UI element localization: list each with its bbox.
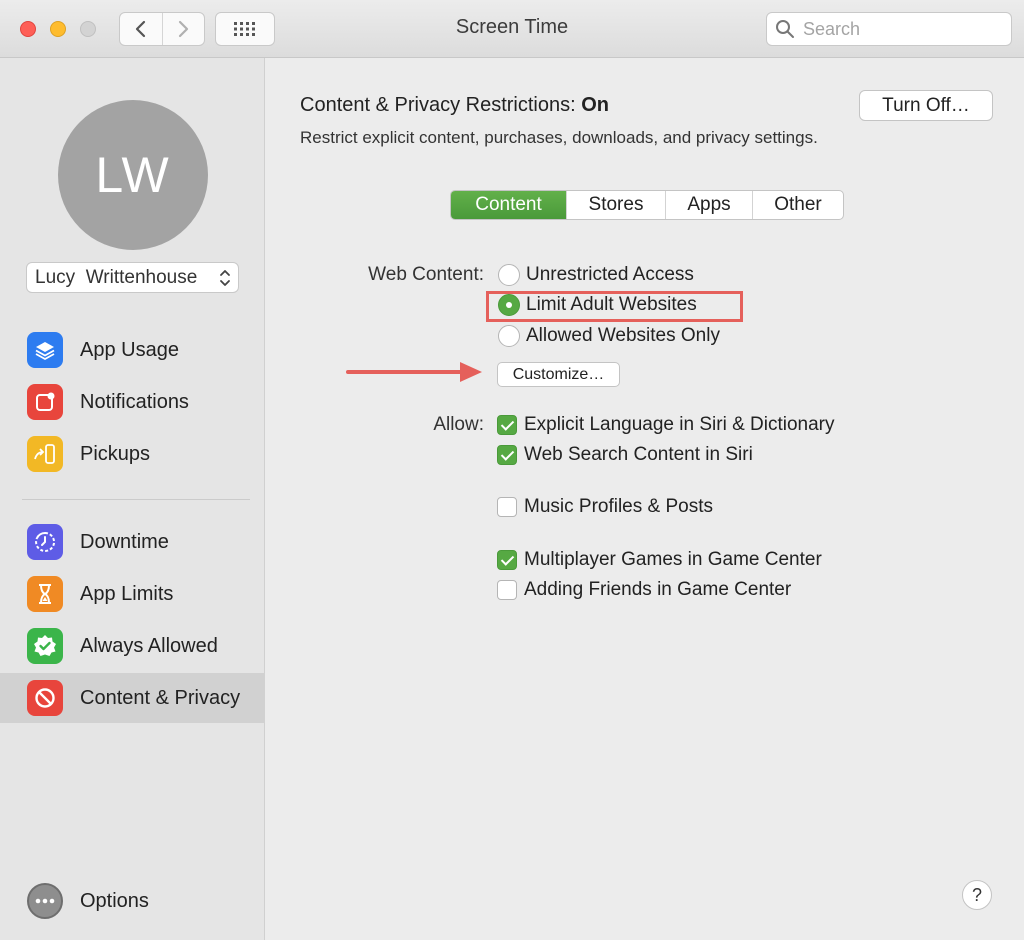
search-field[interactable] [766,12,1012,46]
chevron-right-icon [179,20,189,38]
checkbox-label[interactable]: Explicit Language in Siri & Dictionary [524,414,835,436]
chevron-left-icon [135,20,145,38]
user-selector[interactable]: Lucy Writtenhouse [26,262,239,293]
sidebar-item-label: Downtime [80,530,169,553]
screen-time-window: Screen Time LW Lucy Writtenhouse App Usa… [0,0,1024,940]
no-entry-icon [27,680,63,716]
page-title: Content & Privacy Restrictions: On [300,94,609,117]
sidebar-item-downtime[interactable]: Downtime [0,517,265,567]
checkbox-adding-friends[interactable] [497,580,517,600]
checkbox-web-search-content[interactable] [497,445,517,465]
sidebar-item-notifications[interactable]: Notifications [0,377,265,427]
title-bar: Screen Time [0,0,1024,58]
help-button[interactable]: ? [962,880,992,910]
checkbox-label[interactable]: Music Profiles & Posts [524,496,713,518]
radio-label[interactable]: Unrestricted Access [526,264,694,286]
show-all-preferences-button[interactable] [215,12,275,46]
tab-stores[interactable]: Stores [566,191,665,219]
options-label: Options [80,889,149,912]
grid-icon [234,22,255,36]
back-forward-group [119,12,205,46]
forward-button[interactable] [161,13,205,45]
annotation-highlight-box [486,291,743,322]
sidebar-item-always-allowed[interactable]: Always Allowed [0,621,265,671]
checkbox-label[interactable]: Web Search Content in Siri [524,444,753,466]
checkbox-label[interactable]: Adding Friends in Game Center [524,579,791,601]
notification-icon [27,384,63,420]
sidebar-item-app-limits[interactable]: App Limits [0,569,265,619]
web-content-label: Web Content: [368,264,484,285]
sidebar-item-label: Content & Privacy [80,686,241,709]
sidebar: LW Lucy Writtenhouse App Usage Notificat… [0,58,265,940]
more-icon [27,883,63,919]
layers-icon [27,332,63,368]
sidebar-item-label: Always Allowed [80,634,218,657]
category-tabs: Content Stores Apps Other [450,190,844,220]
close-window-button[interactable] [20,21,36,37]
content-privacy-pane: Content & Privacy Restrictions: On Restr… [266,58,1024,940]
checkbox-label[interactable]: Multiplayer Games in Game Center [524,549,822,571]
sidebar-item-label: Notifications [80,390,189,413]
search-input[interactable] [801,17,1005,41]
sidebar-item-pickups[interactable]: Pickups [0,429,265,479]
search-icon [776,20,794,38]
checkbox-music-profiles[interactable] [497,497,517,517]
turn-off-button[interactable]: Turn Off… [859,90,993,121]
zoom-window-button[interactable] [80,21,96,37]
checkbox-explicit-language[interactable] [497,415,517,435]
options-button[interactable]: Options [0,876,265,926]
radio-allowed-websites-only[interactable] [498,325,520,347]
hourglass-icon [27,576,63,612]
avatar: LW [58,100,208,250]
radio-label[interactable]: Allowed Websites Only [526,325,720,347]
downtime-icon [27,524,63,560]
allow-label: Allow: [433,414,484,435]
sidebar-item-content-privacy[interactable]: Content & Privacy [0,673,265,723]
tab-apps[interactable]: Apps [665,191,752,219]
sidebar-item-app-usage[interactable]: App Usage [0,325,265,375]
minimize-window-button[interactable] [50,21,66,37]
tab-content[interactable]: Content [451,191,566,219]
sidebar-item-label: App Limits [80,582,174,605]
sidebar-item-label: Pickups [80,442,151,465]
back-button[interactable] [120,13,162,45]
window-title: Screen Time [455,16,569,38]
user-name: Lucy Writtenhouse [35,266,198,288]
checkbox-multiplayer-games[interactable] [497,550,517,570]
customize-button[interactable]: Customize… [497,362,620,387]
radio-unrestricted-access[interactable] [498,264,520,286]
page-title-prefix: Content & Privacy Restrictions: [300,94,576,116]
restriction-status: On [581,94,609,116]
checkmark-badge-icon [27,628,63,664]
tab-other[interactable]: Other [752,191,843,219]
pickup-icon [27,436,63,472]
page-description: Restrict explicit content, purchases, do… [300,128,818,147]
annotation-arrow-icon [346,362,482,382]
sidebar-item-label: App Usage [80,338,179,361]
sidebar-divider [22,499,250,500]
up-down-chevron-icon [220,270,230,286]
